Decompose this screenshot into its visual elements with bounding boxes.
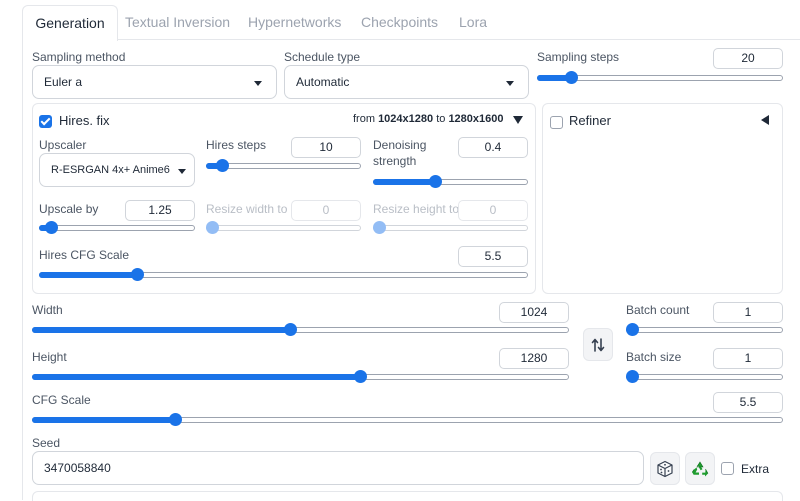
schedule-type-dropdown[interactable]: Automatic <box>284 65 529 99</box>
slider-thumb[interactable] <box>206 221 219 234</box>
sampling-steps-slider[interactable] <box>537 71 783 85</box>
upscale-by-input[interactable]: 1.25 <box>125 200 195 221</box>
to-prefix: to <box>436 113 446 125</box>
height-input[interactable]: 1280 <box>499 348 569 369</box>
chevron-down-icon <box>254 81 262 86</box>
slider-thumb[interactable] <box>626 323 639 336</box>
slider-thumb[interactable] <box>373 221 386 234</box>
slider-thumb[interactable] <box>565 71 579 84</box>
sampling-method-label: Sampling method <box>32 50 126 64</box>
hires-fix-label: Hires. fix <box>59 113 110 128</box>
triangle-left-icon[interactable] <box>761 115 769 125</box>
reuse-seed-button[interactable] <box>685 452 715 485</box>
slider-thumb[interactable] <box>45 221 59 234</box>
schedule-type-label: Schedule type <box>284 50 361 64</box>
chevron-down-icon <box>178 169 186 174</box>
hires-steps-input[interactable]: 10 <box>291 137 361 158</box>
tab-checkpoints[interactable]: Checkpoints <box>361 14 438 30</box>
upscaler-label: Upscaler <box>39 138 87 152</box>
extra-label: Extra <box>741 462 770 476</box>
width-input[interactable]: 1024 <box>499 302 569 323</box>
upscaler-dropdown[interactable]: R-ESRGAN 4x+ Anime6 <box>39 153 195 187</box>
cfg-scale-input[interactable]: 5.5 <box>713 392 783 413</box>
resize-height-label: Resize height to <box>373 202 460 216</box>
schedule-type-value: Automatic <box>296 75 350 89</box>
from-size: 1024x1280 <box>378 113 434 125</box>
tabs-divider <box>118 39 800 40</box>
swap-arrows-icon <box>591 337 605 352</box>
batch-size-input[interactable]: 1 <box>713 348 783 369</box>
next-section-edge <box>32 491 783 501</box>
denoising-label-line2: strength <box>373 154 417 168</box>
upscale-by-slider[interactable] <box>39 221 195 235</box>
hires-steps-slider[interactable] <box>206 159 361 173</box>
slider-thumb[interactable] <box>130 268 144 281</box>
slider-thumb[interactable] <box>429 175 442 188</box>
random-seed-button[interactable] <box>650 452 680 485</box>
batch-count-label: Batch count <box>626 303 690 317</box>
denoising-label-line1: Denoising <box>373 138 427 152</box>
upscaler-value: R-ESRGAN 4x+ Anime6 <box>51 164 170 176</box>
tab-generation[interactable]: Generation <box>22 5 118 41</box>
hires-cfg-label: Hires CFG Scale <box>39 248 130 262</box>
sampling-method-value: Euler a <box>44 75 83 89</box>
from-prefix: from <box>353 113 375 125</box>
hires-fix-checkbox[interactable] <box>39 115 52 128</box>
batch-count-slider[interactable] <box>626 323 783 337</box>
chevron-down-icon <box>506 81 514 86</box>
slider-thumb[interactable] <box>168 413 182 426</box>
height-slider[interactable] <box>32 370 569 384</box>
denoising-input[interactable]: 0.4 <box>458 137 528 158</box>
swap-dimensions-button[interactable] <box>583 328 613 361</box>
sampling-steps-input[interactable]: 20 <box>713 48 783 69</box>
sampling-steps-label: Sampling steps <box>537 50 620 64</box>
tab-hypernetworks[interactable]: Hypernetworks <box>248 14 341 30</box>
slider-thumb[interactable] <box>283 323 297 336</box>
refiner-panel <box>542 103 783 294</box>
hires-cfg-input[interactable]: 5.5 <box>458 246 528 267</box>
hires-cfg-slider[interactable] <box>39 268 528 282</box>
slider-thumb[interactable] <box>215 159 229 172</box>
panel-border <box>22 40 23 500</box>
batch-size-slider[interactable] <box>626 370 783 384</box>
slider-thumb[interactable] <box>353 370 367 383</box>
hires-steps-label: Hires steps <box>206 138 267 152</box>
seed-input[interactable]: 3470058840 <box>32 451 644 485</box>
batch-count-input[interactable]: 1 <box>713 302 783 323</box>
resize-width-input[interactable]: 0 <box>291 200 361 221</box>
refiner-checkbox[interactable] <box>550 116 563 129</box>
width-slider[interactable] <box>32 323 569 337</box>
refiner-label: Refiner <box>569 113 611 128</box>
width-label: Width <box>32 303 63 317</box>
batch-size-label: Batch size <box>626 350 682 364</box>
extra-checkbox[interactable] <box>721 462 734 475</box>
cfg-scale-label: CFG Scale <box>32 393 91 407</box>
tab-textual-inversion[interactable]: Textual Inversion <box>125 14 230 30</box>
to-size: 1280x1600 <box>448 113 504 125</box>
hires-resolution-summary: from 1024x1280 to 1280x1600 <box>353 113 504 125</box>
resize-width-slider[interactable] <box>206 221 361 235</box>
dice-icon <box>657 460 673 477</box>
triangle-down-icon[interactable] <box>513 116 523 124</box>
slider-thumb[interactable] <box>626 370 639 383</box>
resize-height-slider[interactable] <box>373 221 528 235</box>
height-label: Height <box>32 350 67 364</box>
resize-width-label: Resize width to <box>206 202 288 216</box>
seed-label: Seed <box>32 436 61 450</box>
recycle-icon <box>691 460 709 476</box>
denoising-slider[interactable] <box>373 175 528 189</box>
cfg-scale-slider[interactable] <box>32 413 783 427</box>
resize-height-input[interactable]: 0 <box>458 200 528 221</box>
tab-lora[interactable]: Lora <box>459 14 487 30</box>
upscale-by-label: Upscale by <box>39 202 99 216</box>
sampling-method-dropdown[interactable]: Euler a <box>32 65 277 99</box>
